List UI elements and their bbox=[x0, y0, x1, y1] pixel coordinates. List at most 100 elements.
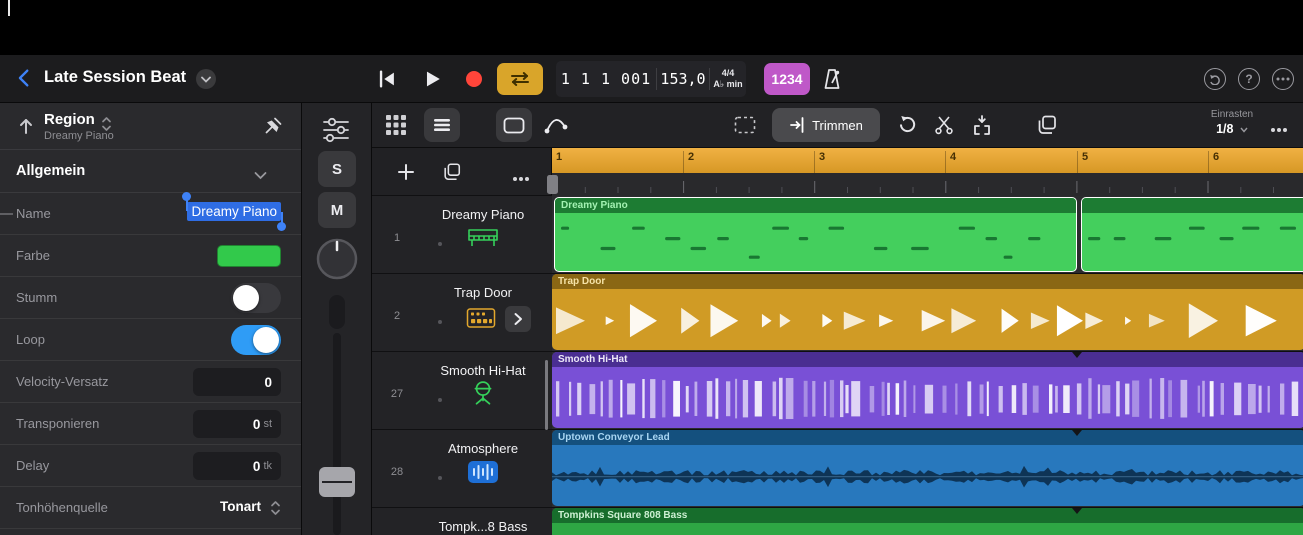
metronome-icon bbox=[820, 67, 844, 91]
midi-notes bbox=[1082, 213, 1303, 271]
pin-icon[interactable] bbox=[263, 116, 283, 141]
velocity-field[interactable]: 0 bbox=[193, 368, 281, 396]
history-button[interactable] bbox=[1204, 68, 1226, 90]
cycle-button[interactable] bbox=[497, 63, 543, 95]
split-icon[interactable] bbox=[972, 114, 992, 141]
volume-fader-handle[interactable] bbox=[319, 467, 355, 497]
region-smooth-hi-hat[interactable]: Smooth Hi-Hat bbox=[552, 352, 1303, 428]
region-trap-door[interactable]: Trap Door bbox=[552, 274, 1303, 350]
track-header-panel: 1 Dreamy Piano 2 Trap Door 27 Smooth Hi-… bbox=[372, 148, 552, 535]
ellipsis-icon bbox=[1276, 77, 1290, 81]
selection-handle-start[interactable] bbox=[182, 192, 191, 201]
track-disclosure-button[interactable] bbox=[505, 306, 531, 332]
back-chevron-icon[interactable] bbox=[14, 67, 36, 94]
pitch-source-value[interactable]: Tonart bbox=[220, 499, 261, 514]
solo-button[interactable]: S bbox=[318, 151, 356, 187]
mute-label: Stumm bbox=[16, 290, 57, 305]
audio-waveform bbox=[552, 523, 1303, 535]
track-row-atmosphere[interactable]: 28 Atmosphere bbox=[372, 430, 552, 508]
play-button[interactable] bbox=[421, 68, 443, 95]
track-name: Smooth Hi-Hat bbox=[418, 363, 548, 378]
record-button[interactable] bbox=[466, 71, 482, 87]
beat-ruler[interactable] bbox=[552, 173, 1303, 196]
mixer-sliders-icon[interactable] bbox=[322, 117, 350, 148]
region-dreamy-piano[interactable]: Dreamy Piano bbox=[554, 197, 1077, 272]
count-in-button[interactable]: 1234 bbox=[764, 63, 810, 95]
copy-icon[interactable] bbox=[1036, 114, 1058, 141]
mute-toggle[interactable] bbox=[231, 283, 281, 313]
track-row-dreamy-piano[interactable]: 1 Dreamy Piano bbox=[372, 196, 552, 274]
delay-field[interactable]: 0 tk bbox=[193, 452, 281, 480]
hi-hat-icon bbox=[470, 380, 496, 413]
meter-pill bbox=[329, 295, 345, 329]
region-tompkins-square-808-bass[interactable]: Tompkins Square 808 Bass bbox=[552, 508, 1303, 535]
toolbar-more-icon[interactable] bbox=[1270, 120, 1288, 138]
more-options-button[interactable] bbox=[1272, 68, 1294, 90]
metronome-button[interactable] bbox=[820, 67, 844, 96]
input-monitor-dot bbox=[438, 242, 442, 246]
midi-hihat-bars bbox=[552, 367, 1303, 428]
bar-number: 2 bbox=[683, 151, 694, 173]
track-row-tompkins-bass[interactable]: Tompk...8 Bass bbox=[372, 508, 552, 535]
project-menu-button[interactable] bbox=[196, 69, 216, 89]
region-header: Uptown Conveyor Lead bbox=[552, 430, 1303, 445]
automation-icon[interactable] bbox=[544, 114, 568, 139]
selector-chevrons-icon[interactable] bbox=[270, 499, 281, 522]
inspector-row-pitch-source: Tonhöhenquelle Tonart bbox=[0, 487, 301, 529]
inspector-section-allgemein[interactable]: Allgemein bbox=[0, 150, 301, 193]
input-monitor-dot bbox=[438, 476, 442, 480]
move-up-icon[interactable] bbox=[16, 116, 36, 141]
marquee-select-tool-icon[interactable] bbox=[734, 116, 756, 139]
lcd-display[interactable]: 1 1 1 001 153,0 4/4 A♭ min bbox=[556, 61, 746, 97]
snap-control[interactable]: Einrasten 1/8 bbox=[1202, 109, 1262, 138]
delay-value: 0 bbox=[253, 459, 261, 474]
lcd-time-signature: 4/4 bbox=[710, 68, 746, 79]
track-scrollbar[interactable] bbox=[545, 360, 548, 430]
region-name: Tompkins Square 808 Bass bbox=[558, 510, 687, 521]
region-inspector: Region Dreamy Piano Allgemein Name Dream… bbox=[0, 103, 302, 535]
chevron-down-icon bbox=[1240, 127, 1248, 133]
volume-fader-track[interactable] bbox=[333, 333, 341, 535]
snap-label: Einrasten bbox=[1202, 109, 1262, 120]
loop-toggle[interactable] bbox=[231, 325, 281, 355]
name-value-field[interactable]: Dreamy Piano bbox=[187, 202, 281, 221]
add-track-icon[interactable] bbox=[396, 162, 416, 187]
region-uptown-conveyor-lead[interactable]: Uptown Conveyor Lead bbox=[552, 430, 1303, 506]
name-value-text: Dreamy Piano bbox=[191, 204, 277, 219]
inspector-title[interactable]: Region bbox=[44, 111, 95, 128]
help-button[interactable]: ? bbox=[1238, 68, 1260, 90]
go-to-beginning-button[interactable] bbox=[376, 68, 398, 95]
loop-tool-icon[interactable] bbox=[896, 114, 918, 141]
trim-tool-button[interactable]: Trimmen bbox=[772, 108, 880, 142]
track-row-trap-door[interactable]: 2 Trap Door bbox=[372, 274, 552, 352]
color-swatch[interactable] bbox=[217, 245, 281, 267]
bar-ruler[interactable]: 1 2 3 4 5 6 bbox=[552, 148, 1303, 173]
tracks-view-button[interactable] bbox=[424, 108, 460, 142]
screen-artifact bbox=[8, 0, 10, 16]
duplicate-track-icon[interactable] bbox=[442, 162, 462, 187]
scissors-icon[interactable] bbox=[934, 115, 954, 140]
playhead-handle[interactable] bbox=[547, 175, 558, 194]
inspector-header: Region Dreamy Piano bbox=[0, 103, 301, 150]
toggle-knob bbox=[253, 327, 279, 353]
region-dreamy-piano-2[interactable] bbox=[1081, 197, 1303, 272]
region-name: Uptown Conveyor Lead bbox=[558, 432, 670, 443]
selection-handle-end[interactable] bbox=[277, 222, 286, 231]
track-row-smooth-hi-hat[interactable]: 27 Smooth Hi-Hat bbox=[372, 352, 552, 430]
section-label: Allgemein bbox=[16, 163, 85, 179]
snap-value: 1/8 bbox=[1216, 122, 1233, 136]
grid-view-icon[interactable] bbox=[384, 113, 408, 142]
project-title[interactable]: Late Session Beat bbox=[44, 68, 186, 87]
lcd-position: 1 1 1 001 bbox=[556, 70, 656, 88]
pan-knob[interactable] bbox=[315, 237, 359, 286]
transpose-field[interactable]: 0 st bbox=[193, 410, 281, 438]
marquee-view-button[interactable] bbox=[496, 108, 532, 142]
mute-button[interactable]: M bbox=[318, 192, 356, 228]
drum-machine-icon bbox=[466, 307, 496, 334]
bar-number: 6 bbox=[1208, 151, 1219, 173]
track-more-icon[interactable] bbox=[512, 169, 530, 187]
loop-label: Loop bbox=[16, 332, 45, 347]
undo-circular-arrow-icon bbox=[1209, 73, 1221, 85]
loop-boundary-marker bbox=[1072, 508, 1082, 514]
name-label: Name bbox=[16, 206, 51, 221]
